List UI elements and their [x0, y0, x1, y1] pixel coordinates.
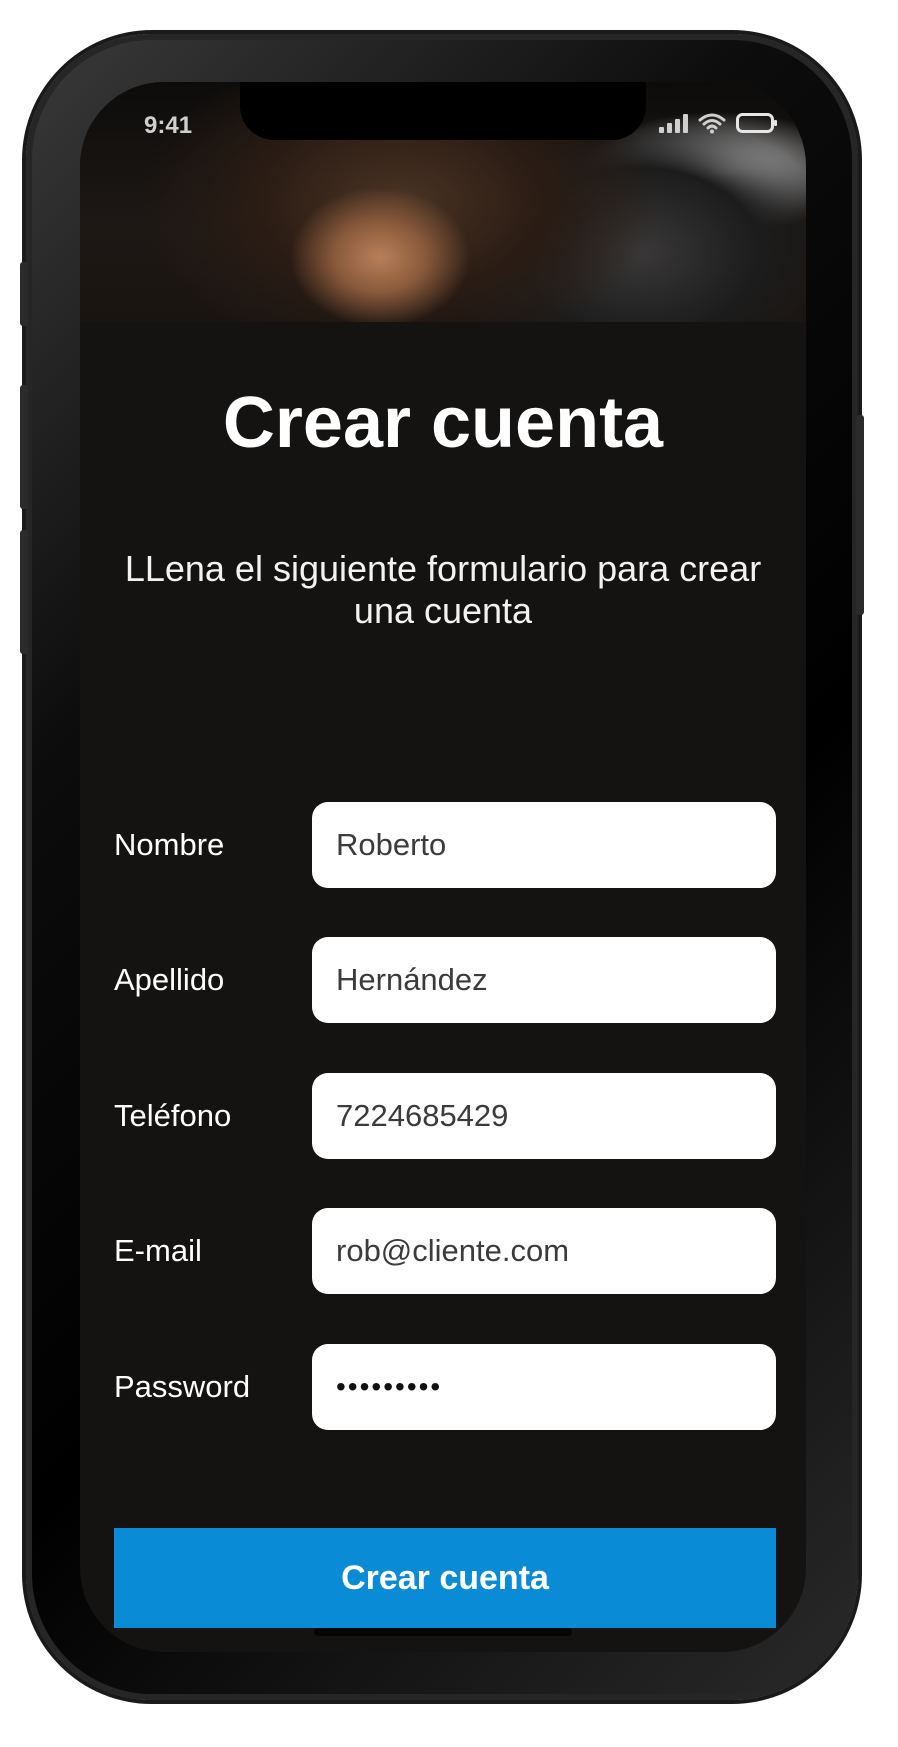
signal-icon [659, 113, 688, 133]
apellido-label: Apellido [114, 962, 225, 997]
nombre-input[interactable] [312, 802, 776, 888]
form-row-email: E-mail [114, 1208, 776, 1294]
apellido-input[interactable] [312, 937, 776, 1023]
notch [240, 82, 646, 140]
mute-switch [20, 262, 28, 326]
form-row-telefono: Teléfono [114, 1073, 776, 1159]
password-input[interactable] [312, 1344, 776, 1430]
password-label: Password [114, 1369, 251, 1404]
battery-icon [736, 112, 778, 134]
volume-down-button [20, 530, 28, 654]
form-row-apellido: Apellido [114, 937, 776, 1023]
form-row-nombre: Nombre [114, 802, 776, 888]
status-time: 9:41 [144, 112, 193, 139]
home-indicator [314, 1628, 572, 1636]
app-screen: 9:41 Crear cuenta LLena el siguiente for… [80, 82, 806, 1652]
nombre-label: Nombre [114, 827, 225, 862]
volume-up-button [20, 385, 28, 509]
telefono-label: Teléfono [114, 1098, 232, 1133]
email-input[interactable] [312, 1208, 776, 1294]
page-title: Crear cuenta [222, 383, 664, 463]
power-button [856, 415, 864, 615]
telefono-input[interactable] [312, 1073, 776, 1159]
form-row-password: Password [114, 1344, 776, 1430]
email-label: E-mail [114, 1233, 202, 1268]
crear-cuenta-button[interactable]: Crear cuenta [114, 1528, 776, 1628]
wifi-icon [698, 112, 726, 134]
page-subtitle: LLena el siguiente formulario para crear… [124, 548, 762, 631]
status-icons [659, 112, 778, 134]
